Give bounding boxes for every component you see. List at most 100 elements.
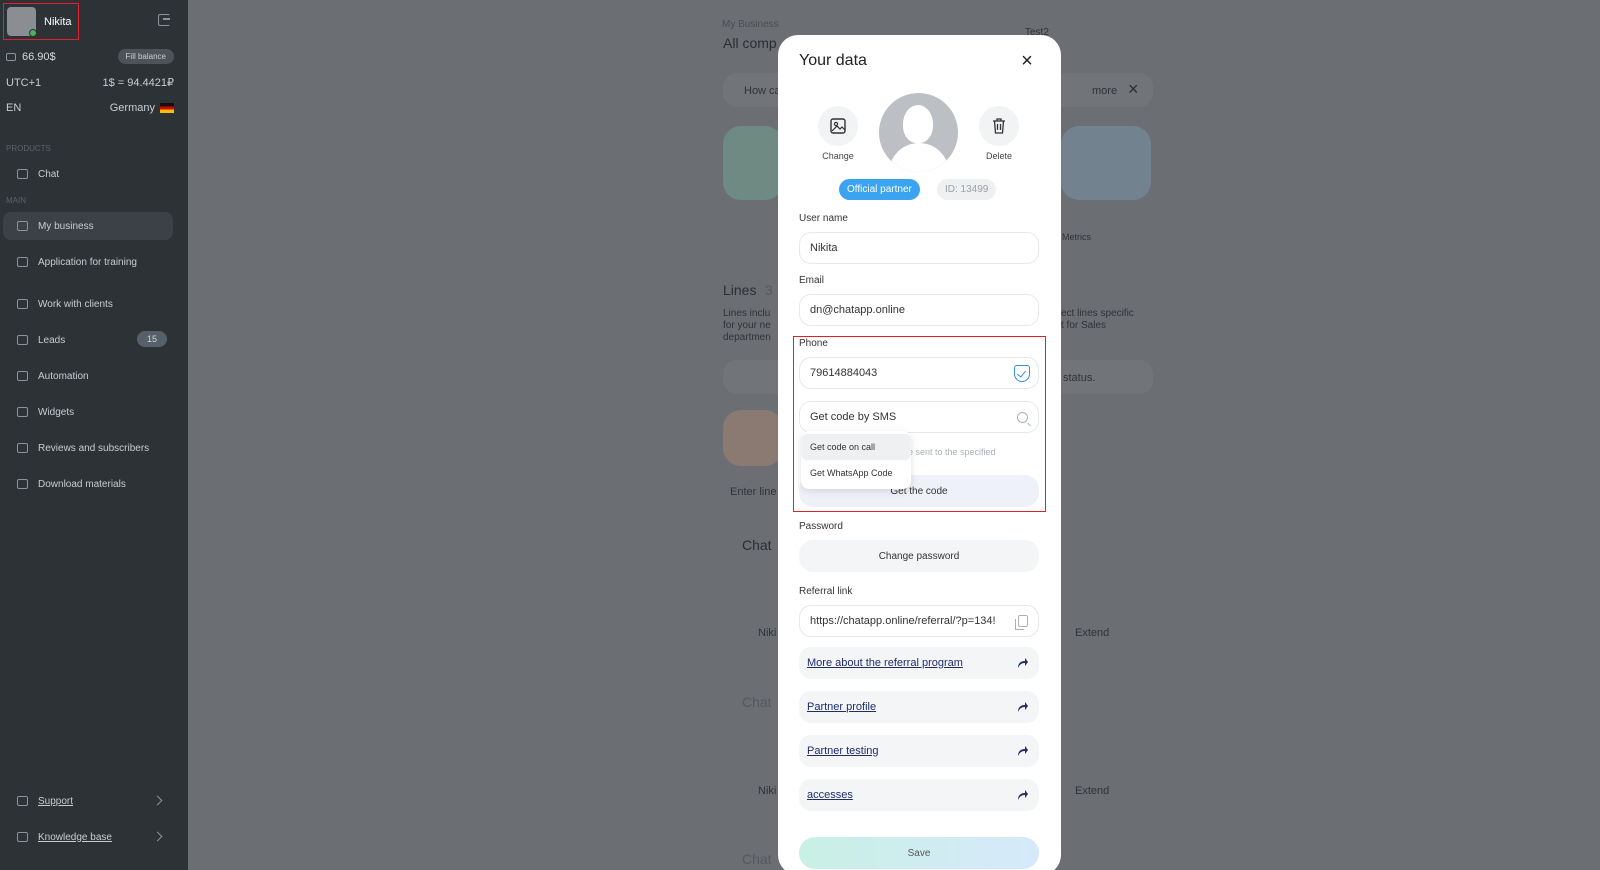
sidebar-item-chat[interactable]: Chat xyxy=(3,160,173,188)
line-user-1: Niki xyxy=(758,627,777,639)
language-selector[interactable]: EN xyxy=(6,102,21,114)
user-id-badge: ID: 13499 xyxy=(937,179,997,200)
modal-title: Your data xyxy=(799,52,867,69)
delete-label: Delete xyxy=(985,151,1012,161)
phone-label: Phone xyxy=(799,338,828,349)
metrics-tab[interactable]: Metrics xyxy=(1062,232,1091,242)
image-icon xyxy=(830,118,846,134)
line-search[interactable]: Enter line xyxy=(730,486,776,498)
extend-button-2[interactable]: Extend xyxy=(1075,785,1109,797)
banner-more-link[interactable]: more xyxy=(1092,85,1117,97)
email-field[interactable]: dn@chatapp.online xyxy=(799,294,1039,326)
extend-button-1[interactable]: Extend xyxy=(1075,627,1109,639)
exchange-rate: 1$ = 94.4421₽ xyxy=(102,77,174,89)
referral-program-link[interactable]: More about the referral program xyxy=(799,647,1039,679)
username-field[interactable]: Nikita xyxy=(799,232,1039,264)
profile-avatar xyxy=(879,93,958,172)
support-icon xyxy=(17,796,28,806)
link-label: Partner testing xyxy=(807,745,879,757)
your-data-modal: Your data × Change Delete Official partn… xyxy=(778,35,1061,870)
download-icon xyxy=(17,479,28,489)
sidebar-item-label: Work with clients xyxy=(38,298,113,310)
accent-card xyxy=(723,410,783,466)
referral-label: Referral link xyxy=(799,586,853,597)
fill-balance-button[interactable]: Fill balance xyxy=(117,49,174,64)
sidebar-item-reviews[interactable]: Reviews and subscribers xyxy=(3,434,173,462)
password-label: Password xyxy=(799,521,843,532)
sidebar-item-label: Widgets xyxy=(38,406,75,418)
banner-text: How ca xyxy=(744,85,781,97)
sidebar-item-leads[interactable]: Leads 15 xyxy=(3,326,173,354)
timezone[interactable]: UTC+1 xyxy=(6,77,41,89)
breadcrumb: My Business xyxy=(722,19,779,30)
sidebar-item-automation[interactable]: Automation xyxy=(3,362,173,390)
balance-amount: 66.90$ xyxy=(22,50,56,63)
sidebar-item-support[interactable]: Support xyxy=(3,787,173,815)
sidebar-item-training[interactable]: Application for training xyxy=(3,248,173,276)
sidebar-item-label: Download materials xyxy=(38,478,126,490)
username-label: User name xyxy=(799,213,848,224)
lines-desc-right-2: t for Sales xyxy=(1061,320,1107,331)
verified-shield-icon xyxy=(1014,365,1030,382)
lines-count: 3 xyxy=(765,282,773,298)
delete-photo-button[interactable] xyxy=(979,106,1019,146)
country-selector[interactable]: Germany xyxy=(110,102,174,114)
copy-icon[interactable] xyxy=(1015,615,1028,630)
language-country-row: EN Germany xyxy=(6,102,174,114)
phone-field[interactable]: 79614884043 xyxy=(799,357,1039,389)
lines-title: Lines xyxy=(723,282,757,298)
user-profile-button[interactable]: Nikita xyxy=(3,3,79,40)
search-icon xyxy=(1017,412,1028,423)
code-helper-text: be sent to the specified xyxy=(903,447,996,457)
close-icon[interactable]: × xyxy=(1018,51,1036,71)
accesses-link[interactable]: accesses xyxy=(799,779,1039,811)
lines-desc-left-1: Lines inclu xyxy=(723,308,771,319)
section-products: PRODUCTS xyxy=(6,144,51,153)
chevron-right-icon xyxy=(152,795,163,806)
sidebar-item-label: Leads xyxy=(38,334,66,346)
share-arrow-icon xyxy=(1018,746,1028,756)
sidebar-item-work-with-clients[interactable]: Work with clients xyxy=(3,290,173,318)
lines-desc-right-1: ect lines specific xyxy=(1061,308,1134,319)
online-status-dot xyxy=(29,29,37,37)
logout-icon[interactable] xyxy=(158,14,170,26)
code-method-dropdown: Get code on call Get WhatsApp Code xyxy=(801,431,911,489)
share-arrow-icon xyxy=(1018,702,1028,712)
change-password-button[interactable]: Change password xyxy=(799,540,1039,572)
option-whatsapp-code[interactable]: Get WhatsApp Code xyxy=(801,460,911,486)
chevron-right-icon xyxy=(152,831,163,842)
country-label: Germany xyxy=(109,102,155,114)
trash-icon xyxy=(993,118,1005,134)
partner-testing-link[interactable]: Partner testing xyxy=(799,735,1039,767)
line-card-title-3: Chat xyxy=(742,851,772,867)
email-label: Email xyxy=(799,275,825,286)
link-label: More about the referral program xyxy=(807,657,963,669)
sidebar-item-label: Knowledge base xyxy=(38,831,112,843)
avatar xyxy=(7,7,37,37)
sidebar-item-my-business[interactable]: My business xyxy=(3,212,173,240)
sidebar-item-knowledge-base[interactable]: Knowledge base xyxy=(3,823,173,851)
reviews-icon xyxy=(17,443,28,453)
sidebar-item-widgets[interactable]: Widgets xyxy=(3,398,173,426)
option-code-on-call[interactable]: Get code on call xyxy=(801,434,911,460)
sidebar-item-download-materials[interactable]: Download materials xyxy=(3,470,173,498)
wallet-icon xyxy=(6,52,16,61)
referral-link-field[interactable]: https://chatapp.online/referral/?p=134! xyxy=(799,605,1039,637)
sidebar-item-label: Automation xyxy=(38,370,89,382)
change-photo-button[interactable] xyxy=(818,106,858,146)
line-user-2: Niki xyxy=(758,785,777,797)
banner-close-icon[interactable]: × xyxy=(1128,79,1139,100)
referral-link-value: https://chatapp.online/referral/?p=134! xyxy=(810,615,996,627)
code-method-select[interactable]: Get code by SMS xyxy=(799,401,1039,433)
training-icon xyxy=(17,257,28,267)
official-partner-badge: Official partner xyxy=(839,179,920,200)
save-button[interactable]: Save xyxy=(799,837,1039,869)
status-text: status. xyxy=(1063,372,1096,384)
sidebar-item-label: Chat xyxy=(38,168,60,180)
clients-icon xyxy=(17,299,28,309)
lines-desc-left-2: for your ne xyxy=(723,320,771,331)
partner-profile-link[interactable]: Partner profile xyxy=(799,691,1039,723)
share-arrow-icon xyxy=(1018,658,1028,668)
sidebar-item-label: My business xyxy=(38,220,94,232)
share-arrow-icon xyxy=(1018,790,1028,800)
